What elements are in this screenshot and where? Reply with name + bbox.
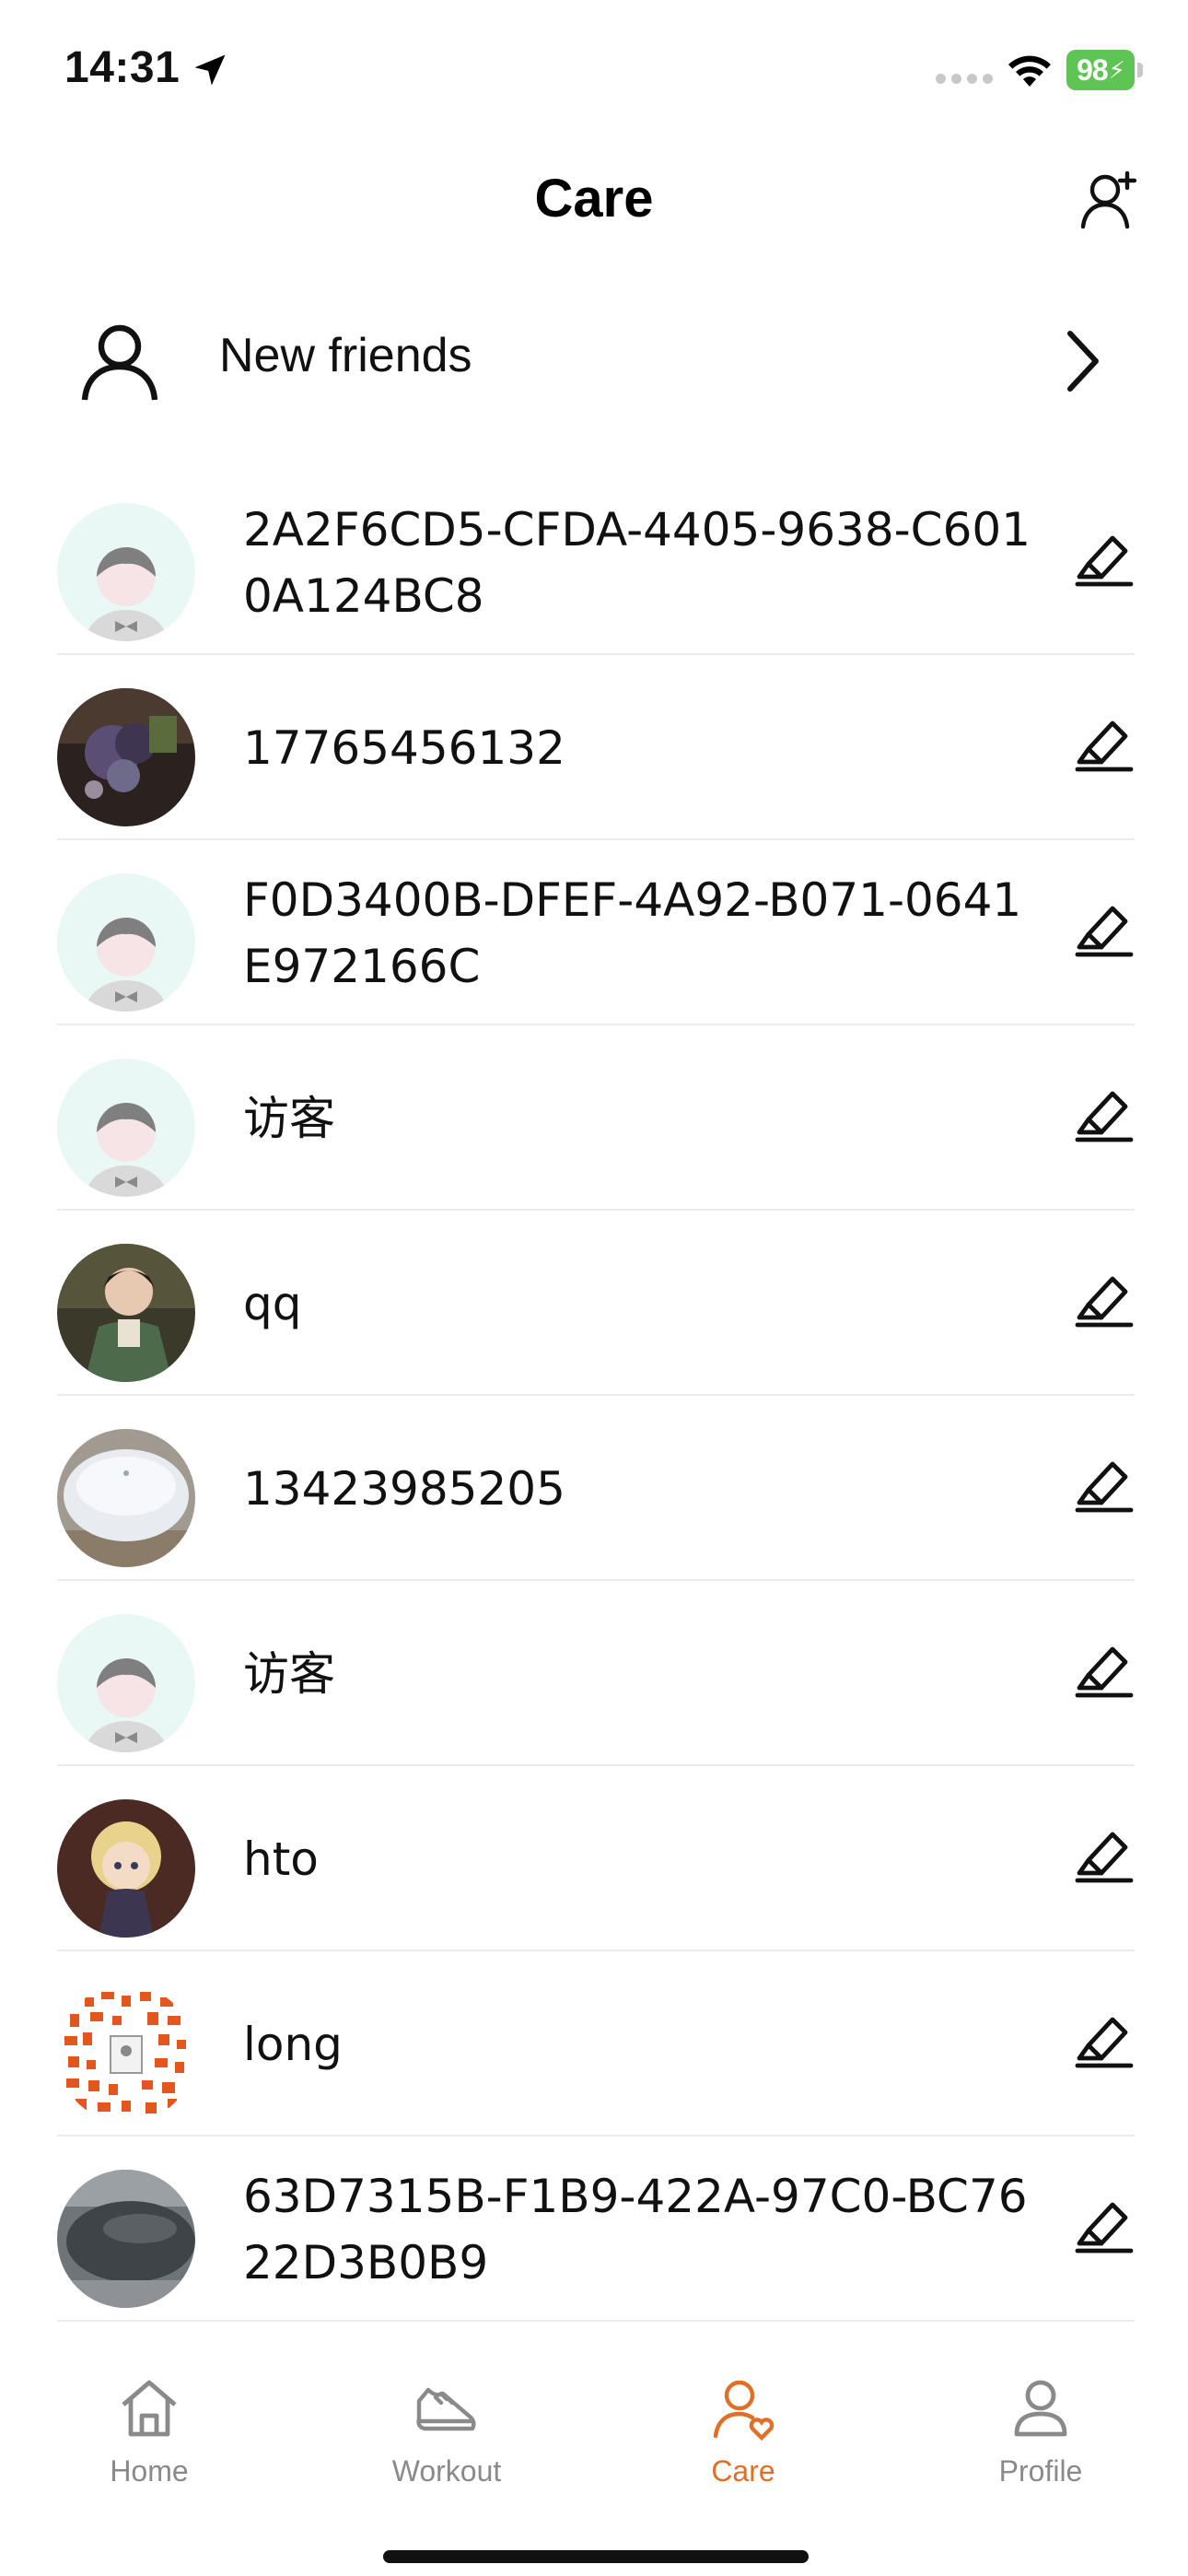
contact-name: qq — [243, 1276, 302, 1330]
contact-name: 2A2F6CD5-CFDA-4405-9638-C6010A124BC8 — [243, 502, 1031, 623]
tab-home[interactable]: Home — [29, 2375, 269, 2523]
contact-name: long — [243, 2017, 343, 2071]
avatar — [57, 688, 195, 826]
battery-tip — [1137, 63, 1143, 77]
avatar — [57, 1429, 195, 1567]
edit-icon[interactable] — [1074, 2194, 1135, 2254]
edit-icon[interactable] — [1074, 1083, 1135, 1143]
list-item[interactable]: 访客 — [57, 1581, 1135, 1766]
avatar — [57, 2170, 195, 2308]
tab-workout[interactable]: Workout — [327, 2375, 566, 2523]
home-indicator — [383, 2550, 809, 2563]
cellular-signal-icon — [936, 74, 993, 84]
tab-label: Home — [110, 2454, 189, 2488]
profile-icon — [1014, 2380, 1067, 2437]
add-user-icon[interactable] — [1077, 166, 1144, 232]
list-item[interactable]: 访客 — [57, 1025, 1135, 1211]
edit-icon[interactable] — [1074, 1453, 1135, 1514]
edit-icon[interactable] — [1074, 2008, 1135, 2069]
page-title: Care — [534, 169, 654, 228]
status-time: 14:31 — [64, 43, 181, 92]
contact-name: 17765456132 — [243, 720, 565, 775]
person-icon — [81, 324, 158, 401]
list-item[interactable]: 2A2F6CD5-CFDA-4405-9638-C6010A124BC8 — [57, 470, 1135, 655]
avatar — [57, 1799, 195, 1938]
list-item[interactable]: F0D3400B-DFEF-4A92-B071-0641E972166C — [57, 840, 1135, 1025]
list-item[interactable]: qq — [57, 1211, 1135, 1396]
edit-icon[interactable] — [1074, 1638, 1135, 1699]
list-item[interactable]: 13423985205 — [57, 1396, 1135, 1581]
home-icon — [122, 2380, 177, 2437]
avatar — [57, 1985, 195, 2123]
chevron-right-icon — [1067, 331, 1099, 392]
contact-name: 63D7315B-F1B9-422A-97C0-BC7622D3B0B9 — [243, 2169, 1028, 2289]
contact-name: 访客 — [243, 1646, 335, 1701]
avatar — [57, 873, 195, 1012]
location-arrow-icon — [194, 54, 226, 86]
edit-icon[interactable] — [1074, 897, 1135, 958]
charging-bolt-icon: ⚡ — [1108, 55, 1125, 84]
list-item[interactable]: 63D7315B-F1B9-422A-97C0-BC7622D3B0B9 — [57, 2137, 1135, 2322]
wifi-icon — [1008, 55, 1051, 87]
contact-name: hto — [243, 1832, 319, 1886]
edit-icon[interactable] — [1074, 1268, 1135, 1329]
edit-icon[interactable] — [1074, 712, 1135, 773]
avatar — [57, 503, 195, 641]
care-icon — [713, 2380, 775, 2441]
battery-indicator: 98 ⚡ — [1066, 50, 1135, 90]
tab-care[interactable]: Care — [623, 2375, 863, 2523]
contact-list: 2A2F6CD5-CFDA-4405-9638-C6010A124BC8 177… — [57, 470, 1135, 2322]
contact-name: 13423985205 — [243, 1461, 565, 1516]
avatar — [57, 1244, 195, 1382]
tab-label: Profile — [998, 2454, 1083, 2488]
battery-level: 98 — [1077, 53, 1109, 87]
shoe-icon — [416, 2387, 476, 2431]
list-item[interactable]: hto — [57, 1766, 1135, 1951]
status-bar: 14:31 98 ⚡ — [0, 0, 1188, 138]
contact-name: 访客 — [243, 1091, 335, 1145]
tab-profile[interactable]: Profile — [921, 2375, 1160, 2523]
tab-label: Workout — [391, 2454, 502, 2488]
new-friends-row[interactable]: New friends — [0, 286, 1188, 433]
new-friends-label: New friends — [219, 329, 472, 382]
list-item[interactable]: long — [57, 1951, 1135, 2137]
tab-bar: Home Workout Care Profile — [0, 2340, 1188, 2576]
avatar — [57, 1614, 195, 1752]
tab-label: Care — [711, 2454, 775, 2488]
contact-name: F0D3400B-DFEF-4A92-B071-0641E972166C — [243, 872, 1022, 993]
list-item[interactable]: 17765456132 — [57, 655, 1135, 840]
edit-icon[interactable] — [1074, 527, 1135, 588]
avatar — [57, 1059, 195, 1197]
header: Care — [0, 138, 1188, 258]
edit-icon[interactable] — [1074, 1823, 1135, 1884]
